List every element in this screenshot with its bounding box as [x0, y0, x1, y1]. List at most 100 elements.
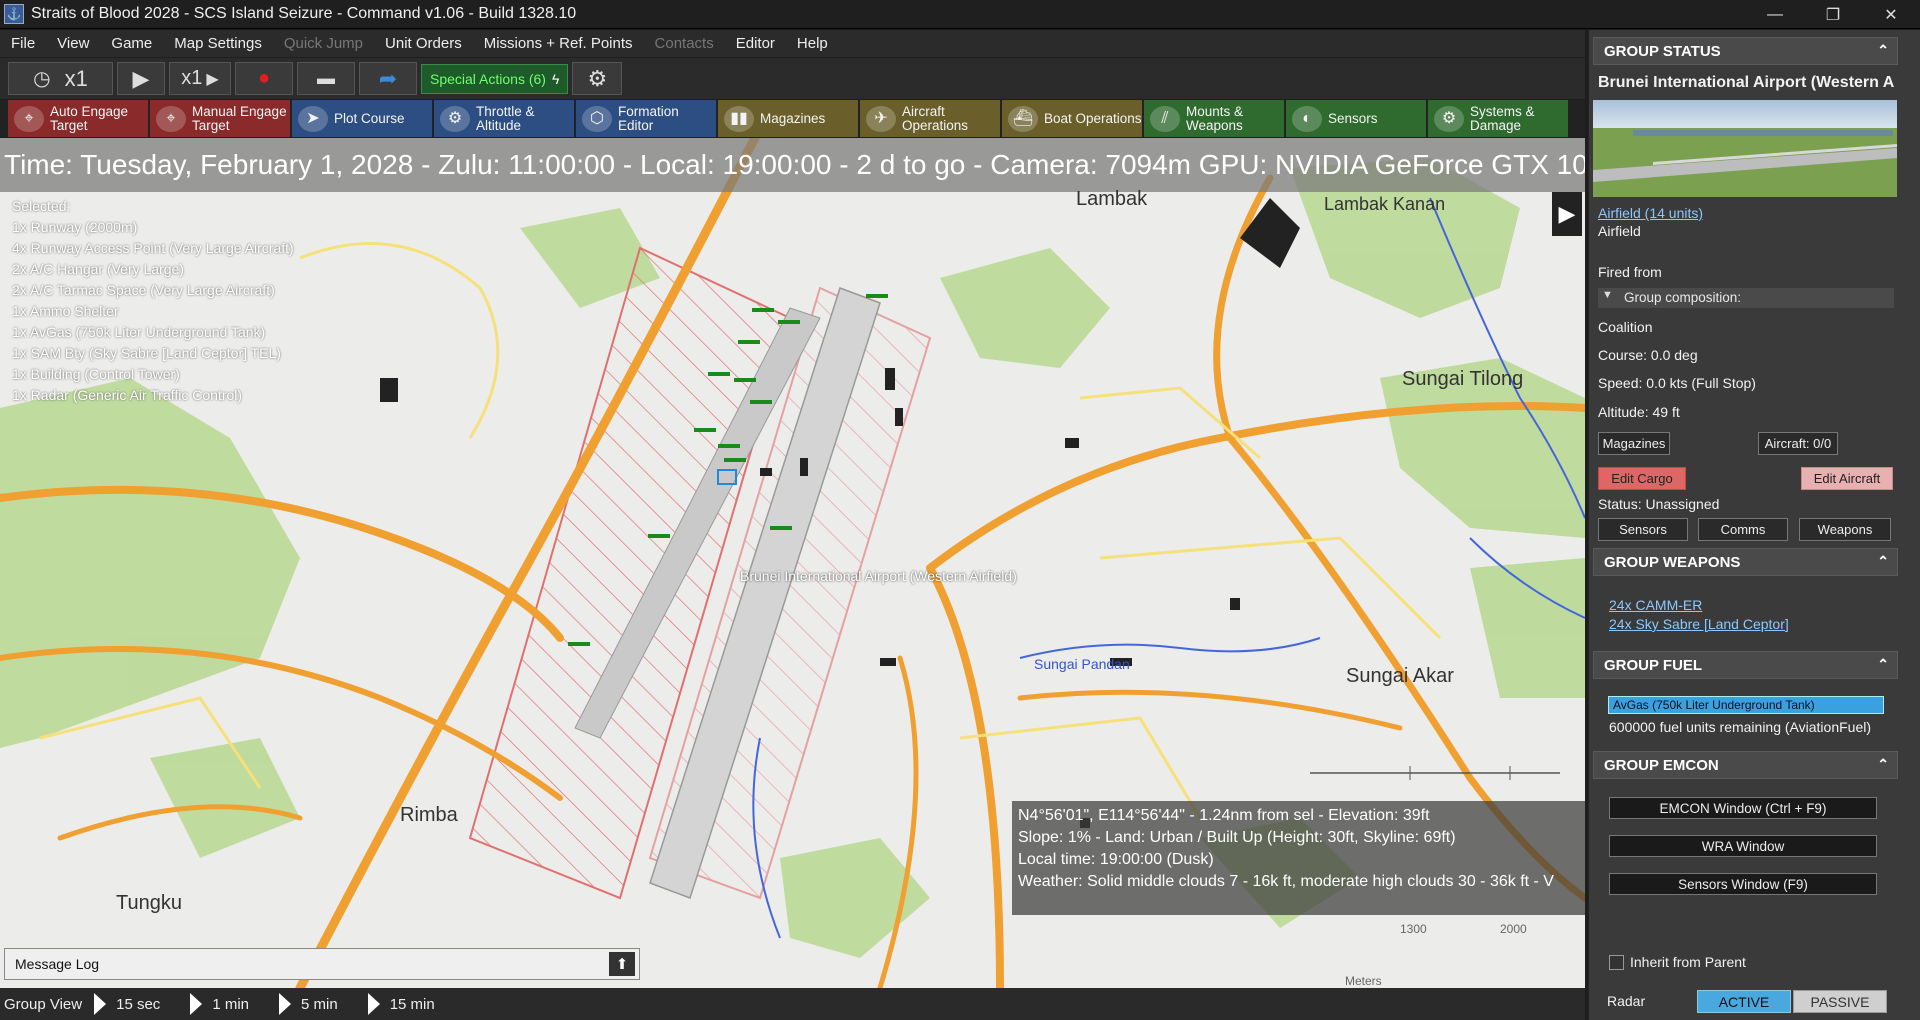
- step-15-sec[interactable]: 15 sec: [86, 993, 160, 1015]
- unit-count-link[interactable]: Airfield (14 units): [1598, 205, 1703, 221]
- menu-file[interactable]: File: [0, 35, 46, 52]
- toolbar: ◷ x1 ▶ x1 ▶ ● ▬ ➦ Special Actions (6) ϟ …: [0, 58, 1585, 99]
- group-composition-toggle[interactable]: ▼ Group composition:: [1598, 288, 1894, 308]
- magazines-panel-button[interactable]: Magazines: [1598, 432, 1670, 455]
- menu-game[interactable]: Game: [100, 35, 163, 52]
- place-label-rimba: Rimba: [400, 804, 458, 826]
- play-icon: [190, 993, 203, 1015]
- record-icon: ●: [257, 67, 271, 89]
- restore-icon[interactable]: ❐: [1804, 0, 1862, 29]
- auto-engage-target-button[interactable]: ⌖ Auto Engage Target: [8, 100, 148, 137]
- special-actions-button[interactable]: Special Actions (6) ϟ: [421, 63, 569, 94]
- selected-item: 1x AvGas (750k Liter Underground Tank): [12, 324, 266, 340]
- collapse-chevron-icon[interactable]: ⌃: [1877, 756, 1889, 773]
- magazines-icon: ▮▮: [724, 105, 754, 132]
- inherit-checkbox[interactable]: [1609, 955, 1624, 970]
- menu-contacts[interactable]: Contacts: [644, 35, 725, 52]
- radar-active-button[interactable]: ACTIVE: [1697, 990, 1791, 1013]
- clock-icon: ◷: [33, 68, 51, 90]
- expand-up-icon[interactable]: ⬆: [609, 952, 635, 976]
- expand-triangle-icon: ▼: [1602, 289, 1613, 301]
- step-5-min[interactable]: 5 min: [271, 993, 338, 1015]
- menu-unit-orders[interactable]: Unit Orders: [374, 35, 473, 52]
- menu-bar: File View Game Map Settings Quick Jump U…: [0, 30, 1585, 57]
- group-weapons-header[interactable]: GROUP WEAPONS ⌃: [1593, 548, 1898, 576]
- command-app: ⚓ Straits of Blood 2028 - SCS Island Sei…: [0, 0, 1920, 1020]
- group-status-panel: GROUP STATUS ⌃ Brunei International Airp…: [1588, 30, 1920, 1020]
- weapon-sky-sabre-link[interactable]: 24x Sky Sabre [Land Ceptor]: [1609, 616, 1789, 632]
- weapons-panel-button[interactable]: Weapons: [1799, 518, 1891, 541]
- collapse-chevron-icon[interactable]: ⌃: [1877, 656, 1889, 673]
- collapse-chevron-icon[interactable]: ⌃: [1877, 42, 1889, 59]
- collapse-chevron-icon[interactable]: ⌃: [1877, 553, 1889, 570]
- sensors-button[interactable]: ◐ Sensors: [1286, 100, 1426, 137]
- selected-item: 1x Ammo Shelter: [12, 303, 119, 319]
- aircraft-operations-button[interactable]: ✈ Aircraft Operations: [860, 100, 1000, 137]
- menu-map-settings[interactable]: Map Settings: [163, 35, 273, 52]
- sensors-window-button[interactable]: Sensors Window (F9): [1609, 873, 1877, 895]
- step-1-min[interactable]: 1 min: [182, 993, 249, 1015]
- menu-help[interactable]: Help: [786, 35, 839, 52]
- selected-item: 4x Runway Access Point (Very Large Aircr…: [12, 240, 294, 256]
- boat-icon: ⛴: [1008, 105, 1038, 132]
- group-status-header[interactable]: GROUP STATUS ⌃: [1593, 37, 1898, 65]
- place-label-sungai-akar: Sungai Akar: [1346, 665, 1454, 687]
- collapse-panel-arrow-icon[interactable]: ▶: [1552, 192, 1582, 236]
- comms-panel-button[interactable]: Comms: [1698, 518, 1788, 541]
- scale-bar: [1310, 766, 1560, 780]
- window-controls: — ❐ ✕: [1746, 0, 1920, 29]
- edit-cargo-button[interactable]: Edit Cargo: [1598, 467, 1686, 490]
- coalition: Coalition: [1598, 319, 1653, 335]
- aircraft-icon: ✈: [866, 105, 896, 132]
- play-icon: ▶: [132, 65, 150, 91]
- curved-arrow-icon: ➦: [378, 65, 398, 91]
- sensors-icon: ◐: [1292, 105, 1322, 132]
- time-compression-control[interactable]: ◷ x1: [8, 62, 113, 95]
- play-button[interactable]: ▶: [117, 62, 165, 95]
- systems-damage-button[interactable]: ⚙ Systems & Damage: [1428, 100, 1568, 137]
- selected-header: Selected:: [12, 198, 71, 214]
- close-icon[interactable]: ✕: [1862, 0, 1920, 29]
- minimize-icon[interactable]: —: [1746, 0, 1804, 29]
- action-tab-bar: ⌖ Auto Engage Target ⌖ Manual Engage Targe…: [0, 100, 1585, 137]
- play-icon: [367, 993, 380, 1015]
- terrain-button[interactable]: ▬: [297, 62, 355, 95]
- aircraft-count-button[interactable]: Aircraft: 0/0: [1758, 432, 1838, 455]
- menu-editor[interactable]: Editor: [725, 35, 786, 52]
- menu-quick-jump[interactable]: Quick Jump: [273, 35, 374, 52]
- boat-operations-button[interactable]: ⛴ Boat Operations: [1002, 100, 1142, 137]
- cursor-info-box: N4°56'01", E114°56'44" - 1.24nm from sel…: [1012, 801, 1585, 915]
- formation-icon: ⬡: [582, 105, 612, 132]
- fuel-tank-row[interactable]: AvGas (750k Liter Underground Tank): [1608, 696, 1884, 714]
- step-15-min[interactable]: 15 min: [360, 993, 435, 1015]
- group-fuel-header[interactable]: GROUP FUEL ⌃: [1593, 651, 1898, 679]
- edit-aircraft-button[interactable]: Edit Aircraft: [1801, 467, 1893, 490]
- scale-units-label: Meters: [1345, 974, 1382, 988]
- settings-button[interactable]: ⚙: [572, 62, 623, 95]
- plot-course-button[interactable]: ➤ Plot Course: [292, 100, 432, 137]
- throttle-altitude-button[interactable]: ⚙ Throttle & Altitude: [434, 100, 574, 137]
- record-button[interactable]: ●: [235, 62, 293, 95]
- message-log-label: Message Log: [15, 956, 100, 972]
- formation-editor-button[interactable]: ⬡ Formation Editor: [576, 100, 716, 137]
- magazines-button[interactable]: ▮▮ Magazines: [718, 100, 858, 137]
- message-log-bar[interactable]: Message Log ⬆: [4, 948, 640, 980]
- radar-passive-button[interactable]: PASSIVE: [1793, 990, 1887, 1013]
- group-emcon-header[interactable]: GROUP EMCON ⌃: [1593, 751, 1898, 779]
- group-name: Brunei International Airport (Western A: [1598, 74, 1895, 91]
- menu-view[interactable]: View: [46, 35, 100, 52]
- manual-engage-target-button[interactable]: ⌖ Manual Engage Target: [150, 100, 290, 137]
- weapon-camm-er-link[interactable]: 24x CAMM-ER: [1609, 597, 1702, 613]
- wra-window-button[interactable]: WRA Window: [1609, 835, 1877, 857]
- mounts-weapons-button[interactable]: ⫽ Mounts & Weapons: [1144, 100, 1284, 137]
- tactical-map[interactable]: Time: Tuesday, February 1, 2028 - Zulu: …: [0, 138, 1585, 988]
- course: Course: 0.0 deg: [1598, 347, 1698, 363]
- selected-item: 1x Building (Control Tower): [12, 366, 180, 382]
- emcon-window-button[interactable]: EMCON Window (Ctrl + F9): [1609, 797, 1877, 819]
- menu-missions[interactable]: Missions + Ref. Points: [473, 35, 644, 52]
- group-view-label[interactable]: Group View: [4, 996, 82, 1013]
- airport-map-label[interactable]: Brunei International Airport (Western Ai…: [740, 568, 1017, 584]
- step-button[interactable]: x1 ▶: [169, 62, 231, 95]
- redo-button[interactable]: ➦: [359, 62, 417, 95]
- sensors-panel-button[interactable]: Sensors: [1598, 518, 1688, 541]
